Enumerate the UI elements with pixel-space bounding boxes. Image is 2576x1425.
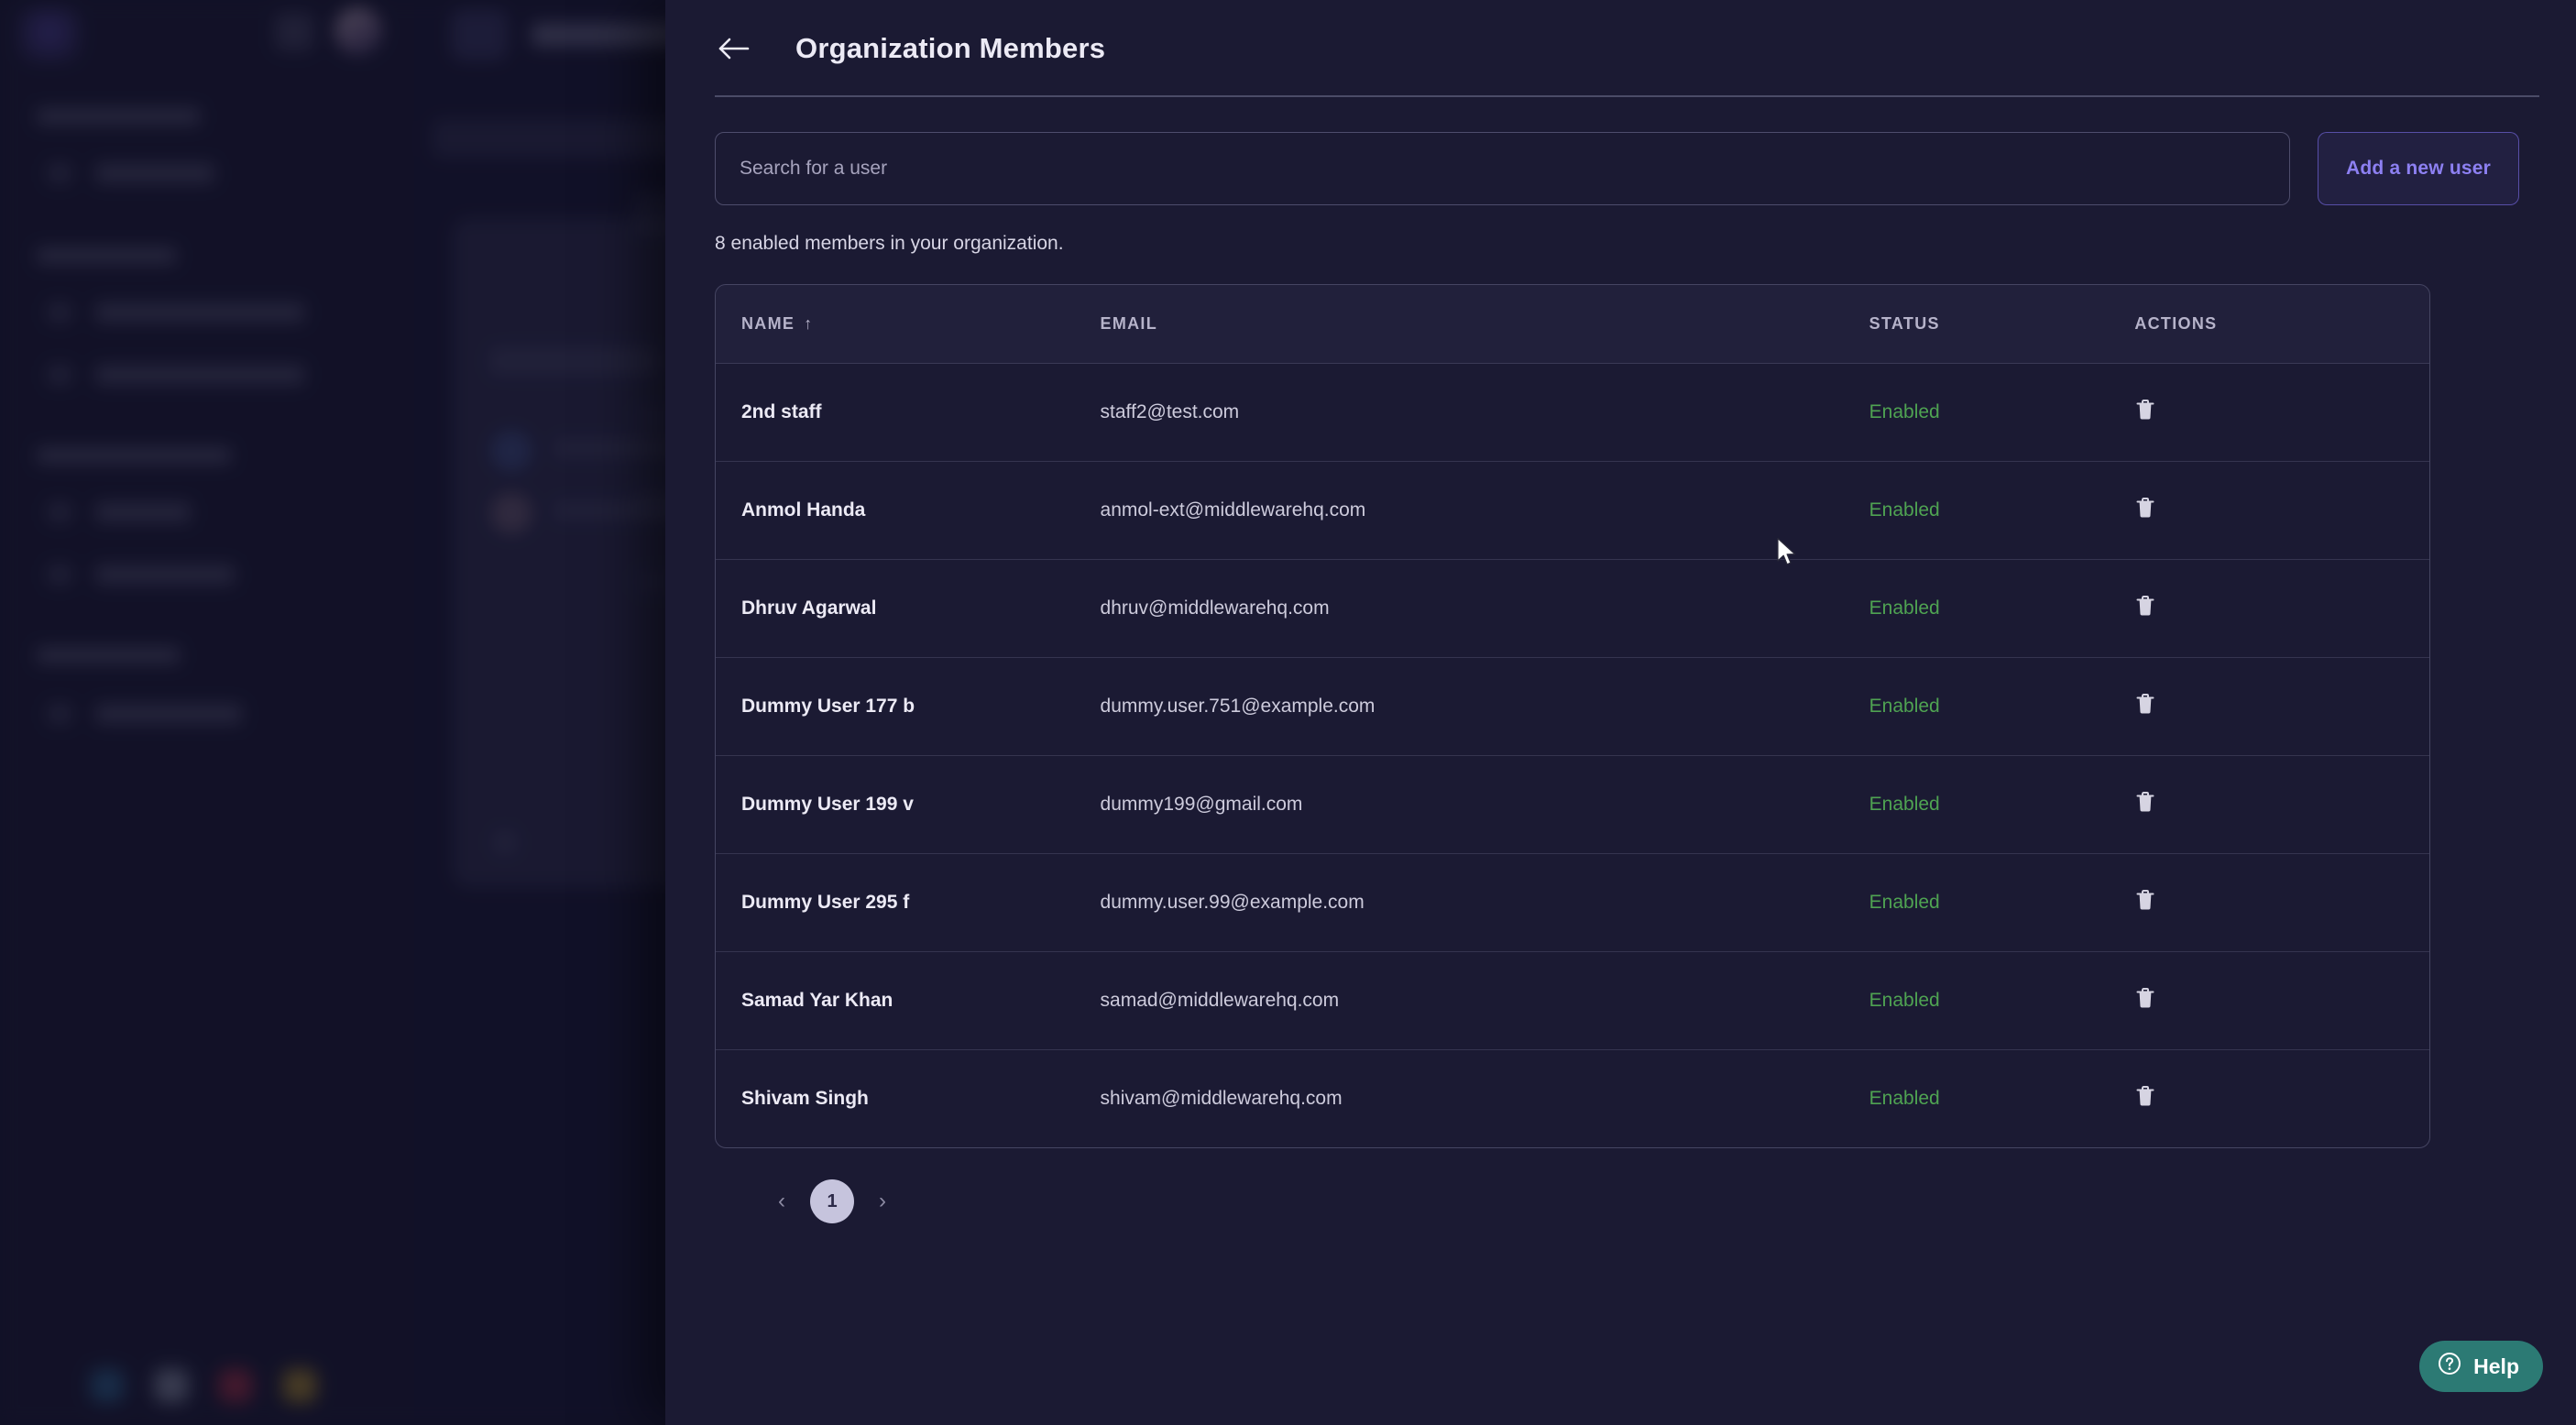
- status-badge: Enabled: [1869, 363, 2135, 462]
- cell-actions: [2134, 559, 2429, 658]
- table-body: 2nd staff staff2@test.com Enabled Anmol Han…: [716, 363, 2429, 1147]
- page-title: Organization Members: [795, 32, 1106, 64]
- cell-name: Shivam Singh: [716, 1049, 1101, 1147]
- cell-email: dummy199@gmail.com: [1100, 755, 1869, 854]
- members-table-container: NAME ↑ EMAIL STATUS ACTIONS 2nd staff sta: [715, 284, 2430, 1148]
- cell-email: dhruv@middlewarehq.com: [1100, 559, 1869, 658]
- table-row[interactable]: 2nd staff staff2@test.com Enabled: [716, 363, 2429, 462]
- table-row[interactable]: Dhruv Agarwal dhruv@middlewarehq.com Enabl…: [716, 559, 2429, 658]
- cell-name: Dummy User 295 f: [716, 853, 1101, 952]
- column-header-actions-label: ACTIONS: [2134, 314, 2218, 333]
- trash-icon[interactable]: [2134, 398, 2156, 422]
- table-row[interactable]: Samad Yar Khan samad@middlewarehq.com Enab…: [716, 951, 2429, 1050]
- drawer-header: Organization Members: [665, 0, 2576, 97]
- column-header-email[interactable]: EMAIL: [1101, 285, 1869, 364]
- cell-name: Samad Yar Khan: [716, 951, 1101, 1050]
- cell-name: 2nd staff: [716, 363, 1101, 462]
- pagination-prev-button[interactable]: ‹: [766, 1186, 797, 1217]
- trash-icon[interactable]: [2134, 496, 2156, 520]
- pagination: ‹ 1 ›: [766, 1179, 2576, 1223]
- trash-icon[interactable]: [2134, 790, 2156, 814]
- cell-email: anmol-ext@middlewarehq.com: [1100, 461, 1869, 560]
- status-badge: Enabled: [1869, 461, 2135, 560]
- cell-name: Dhruv Agarwal: [716, 559, 1101, 658]
- cell-actions: [2134, 657, 2429, 756]
- arrow-left-icon[interactable]: [715, 29, 753, 68]
- cell-email: dummy.user.751@example.com: [1100, 657, 1869, 756]
- cell-actions: [2134, 951, 2429, 1050]
- question-circle-icon: [2438, 1352, 2461, 1381]
- trash-icon[interactable]: [2134, 1084, 2156, 1108]
- trash-icon[interactable]: [2134, 692, 2156, 716]
- status-badge: Enabled: [1869, 951, 2135, 1050]
- cell-email: samad@middlewarehq.com: [1100, 951, 1869, 1050]
- table-row[interactable]: Dummy User 295 f dummy.user.99@example.co…: [716, 853, 2429, 952]
- header-divider: [715, 95, 2539, 97]
- organization-members-drawer: Organization Members Add a new user 8 en…: [665, 0, 2576, 1425]
- table-row[interactable]: Shivam Singh shivam@middlewarehq.com Enabl…: [716, 1049, 2429, 1147]
- trash-icon[interactable]: [2134, 986, 2156, 1010]
- status-badge: Enabled: [1869, 657, 2135, 756]
- status-badge: Enabled: [1869, 1049, 2135, 1147]
- table-header: NAME ↑ EMAIL STATUS ACTIONS: [716, 285, 2429, 364]
- app-root: Organization Members Add a new user 8 en…: [0, 0, 2576, 1425]
- pagination-next-button[interactable]: ›: [867, 1186, 898, 1217]
- help-button-label: Help: [2473, 1354, 2519, 1378]
- help-button[interactable]: Help: [2419, 1341, 2543, 1392]
- cell-actions: [2134, 363, 2429, 462]
- search-input[interactable]: [715, 132, 2290, 205]
- cell-email: dummy.user.99@example.com: [1100, 853, 1869, 952]
- cell-name: Dummy User 199 v: [716, 755, 1101, 854]
- cell-name: Dummy User 177 b: [716, 657, 1101, 756]
- status-badge: Enabled: [1869, 853, 2135, 952]
- column-header-email-label: EMAIL: [1100, 314, 1158, 333]
- column-header-name[interactable]: NAME ↑: [716, 285, 1101, 364]
- add-user-button[interactable]: Add a new user: [2318, 132, 2519, 205]
- status-badge: Enabled: [1869, 559, 2135, 658]
- search-row: Add a new user: [665, 97, 2576, 205]
- cell-actions: [2134, 1049, 2429, 1147]
- cell-email: staff2@test.com: [1100, 363, 1869, 462]
- trash-icon[interactable]: [2134, 888, 2156, 912]
- cell-actions: [2134, 853, 2429, 952]
- table-row[interactable]: Anmol Handa anmol-ext@middlewarehq.com Ena…: [716, 461, 2429, 560]
- pagination-page-1-button[interactable]: 1: [810, 1179, 854, 1223]
- sort-ascending-icon: ↑: [804, 314, 814, 333]
- column-header-status-label: STATUS: [1869, 314, 1940, 333]
- cell-email: shivam@middlewarehq.com: [1100, 1049, 1869, 1147]
- column-header-status[interactable]: STATUS: [1869, 285, 2135, 364]
- cell-actions: [2134, 755, 2429, 854]
- column-header-name-label: NAME: [741, 314, 795, 333]
- member-count-text: 8 enabled members in your organization.: [715, 233, 1064, 254]
- cell-actions: [2134, 461, 2429, 560]
- status-badge: Enabled: [1869, 755, 2135, 854]
- trash-icon[interactable]: [2134, 594, 2156, 618]
- members-table: NAME ↑ EMAIL STATUS ACTIONS 2nd staff sta: [716, 285, 2429, 1147]
- column-header-actions: ACTIONS: [2134, 285, 2429, 364]
- table-header-row: NAME ↑ EMAIL STATUS ACTIONS: [716, 285, 2429, 364]
- table-row[interactable]: Dummy User 199 v dummy199@gmail.com Enable…: [716, 755, 2429, 854]
- cell-name: Anmol Handa: [716, 461, 1101, 560]
- table-row[interactable]: Dummy User 177 b dummy.user.751@example.c…: [716, 657, 2429, 756]
